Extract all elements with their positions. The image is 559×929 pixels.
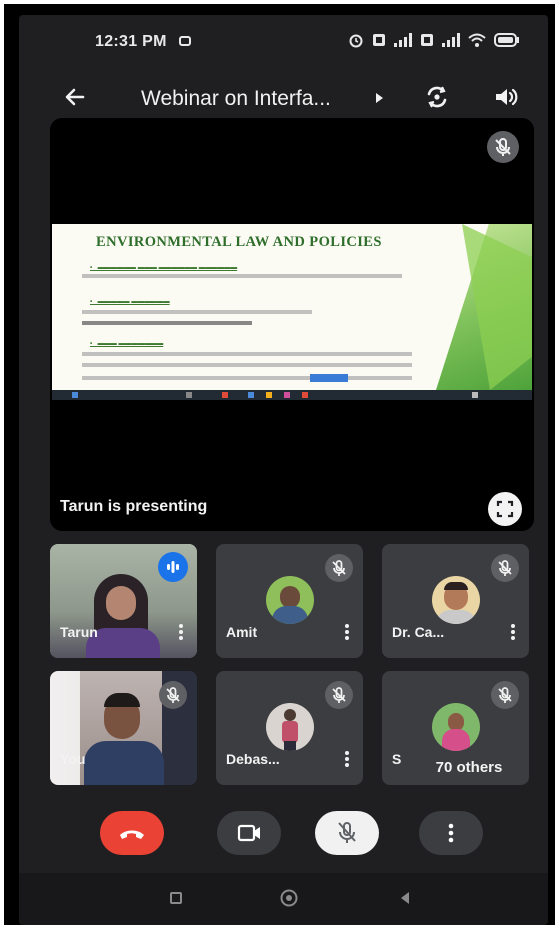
- microphone-toggle-button[interactable]: [315, 811, 379, 855]
- slide-text-blur: ▪ ▬▬▬ ▬▬▬▬▬▬▬: [90, 340, 164, 347]
- signal-icon: [442, 33, 460, 52]
- participant-video-face: [106, 586, 136, 620]
- participant-tile[interactable]: You: [50, 671, 197, 785]
- avatar: [265, 576, 314, 624]
- participant-more-button[interactable]: [345, 751, 349, 767]
- chevron-right-icon[interactable]: [376, 93, 383, 103]
- signal-icon: [394, 33, 412, 52]
- more-vert-icon: [448, 823, 454, 843]
- participant-video-clothes: [84, 741, 164, 785]
- phone-screen: 12:31 PM Webinar on Interfa... ENVIRONME…: [19, 15, 548, 925]
- participant-name: Dr. Ca...: [392, 624, 445, 640]
- speaking-indicator: [158, 552, 188, 582]
- participant-more-button[interactable]: [345, 624, 349, 640]
- wifi-icon: [468, 33, 486, 52]
- sim-icon: [372, 33, 386, 52]
- participant-more-button[interactable]: [179, 624, 183, 640]
- mic-off-icon: [490, 553, 520, 588]
- switch-camera-icon: [427, 86, 447, 108]
- slide-text-blur: [82, 363, 412, 367]
- status-icons: [348, 32, 520, 53]
- participant-tile[interactable]: Dr. Ca...: [382, 544, 529, 658]
- end-call-button[interactable]: [100, 811, 164, 855]
- status-time: 12:31 PM: [95, 33, 167, 50]
- more-options-button[interactable]: [419, 811, 483, 855]
- avatar: [265, 703, 314, 751]
- sim-icon: [420, 33, 434, 52]
- presenter-label: Tarun is presenting: [60, 498, 208, 515]
- participant-name: Tarun: [60, 624, 98, 640]
- participant-more-button[interactable]: [511, 624, 515, 640]
- avatar: [431, 703, 480, 751]
- slide-text-blur: [82, 321, 252, 325]
- mic-off-icon: [324, 553, 354, 588]
- back-arrow-icon: [65, 88, 85, 106]
- slide-text-blur: ▪ ▬▬▬▬▬▬ ▬▬▬ ▬▬▬▬▬▬ ▬▬▬▬▬▬: [90, 264, 238, 271]
- system-navigation-bar: [19, 873, 548, 925]
- others-count-button[interactable]: 70 others: [418, 752, 520, 784]
- audio-level-icon: [167, 561, 179, 573]
- alarm-icon: [348, 32, 364, 53]
- recents-icon: [170, 892, 182, 904]
- slide-text-blur: [82, 352, 412, 356]
- participant-name: Debas...: [226, 751, 280, 767]
- slide-text-blur: [82, 274, 402, 278]
- back-nav-icon: [401, 892, 409, 904]
- participant-tile[interactable]: Amit: [216, 544, 363, 658]
- switch-camera-button[interactable]: [421, 81, 453, 113]
- slide-text-blur: [82, 310, 312, 314]
- participant-video-hair: [104, 693, 140, 707]
- avatar: [431, 576, 480, 624]
- status-bar: 12:31 PM: [19, 29, 548, 53]
- popup-button: [310, 374, 348, 382]
- mic-off-icon: [158, 680, 188, 715]
- meeting-title[interactable]: Webinar on Interfa...: [141, 87, 331, 111]
- audio-output-button[interactable]: [489, 81, 521, 113]
- shared-taskbar: [52, 390, 532, 400]
- participant-name: You: [60, 751, 86, 767]
- back-button[interactable]: [59, 81, 91, 113]
- fullscreen-icon: [496, 500, 514, 518]
- participant-tile[interactable]: Debas...: [216, 671, 363, 785]
- mic-off-icon: [490, 680, 520, 715]
- participant-tile[interactable]: Tarun: [50, 544, 197, 658]
- speaker-icon: [496, 88, 518, 106]
- fullscreen-button[interactable]: [488, 492, 522, 526]
- slide-text-blur: [82, 376, 412, 380]
- camera-toggle-button[interactable]: [217, 811, 281, 855]
- shared-slide: ENVIRONMENTAL LAW AND POLICIES ▪ ▬▬▬▬▬▬ …: [52, 224, 532, 390]
- screen-record-icon: [179, 36, 191, 46]
- battery-icon: [494, 33, 520, 52]
- presentation-tile[interactable]: ENVIRONMENTAL LAW AND POLICIES ▪ ▬▬▬▬▬▬ …: [50, 118, 534, 531]
- call-header: Webinar on Interfa...: [19, 73, 548, 121]
- slide-title: ENVIRONMENTAL LAW AND POLICIES: [96, 234, 382, 250]
- hang-up-icon: [120, 830, 144, 839]
- video-camera-icon: [237, 824, 260, 842]
- mic-off-icon: [338, 822, 356, 843]
- mic-off-icon: [486, 130, 520, 169]
- screenshot-frame: 12:31 PM Webinar on Interfa... ENVIRONME…: [4, 4, 555, 925]
- slide-text-blur: ▪ ▬▬▬▬▬ ▬▬▬▬▬▬: [90, 298, 170, 305]
- participant-name: S: [392, 751, 402, 767]
- home-icon: [280, 889, 298, 907]
- participant-name: Amit: [226, 624, 258, 640]
- mic-off-icon: [324, 680, 354, 715]
